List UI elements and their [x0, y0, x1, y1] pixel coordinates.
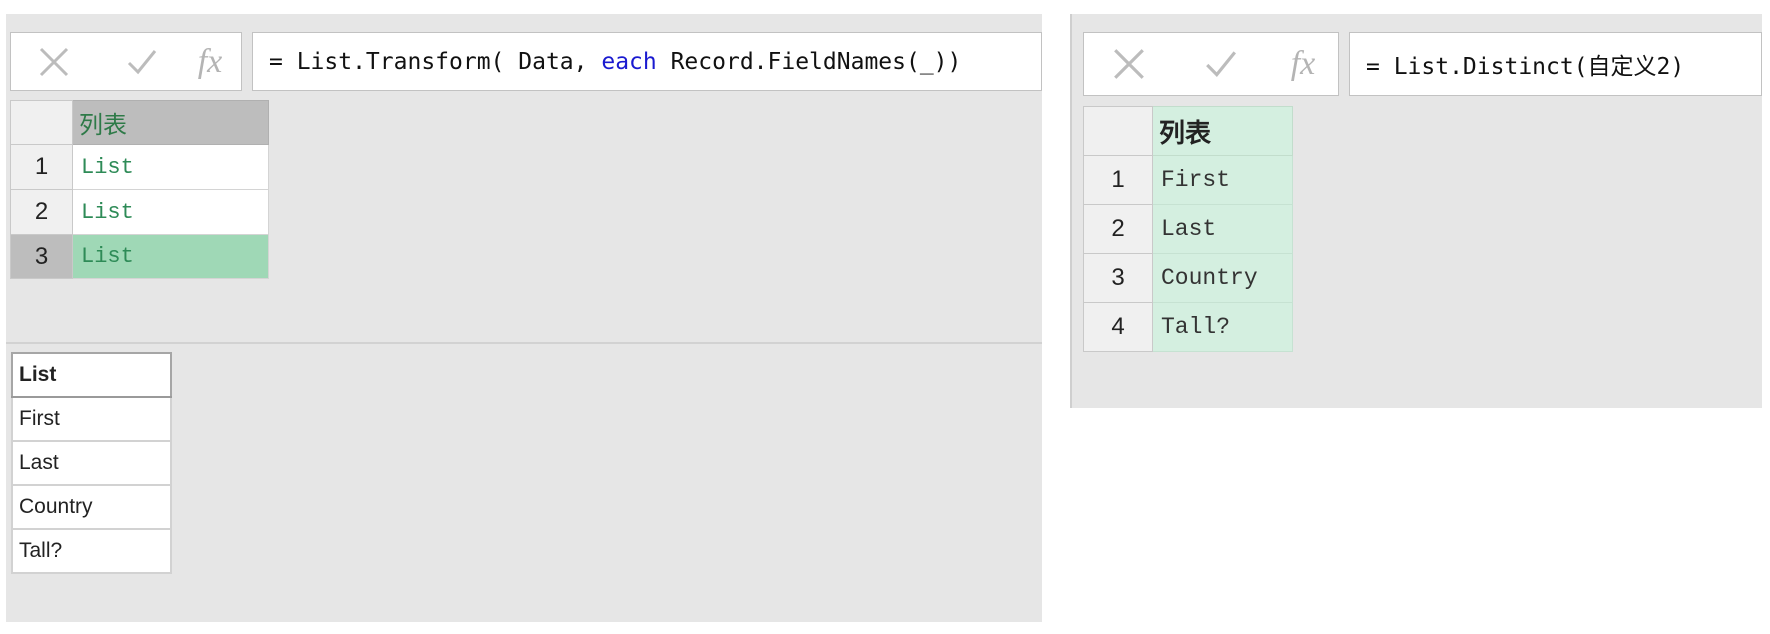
formula-suffix: Record.FieldNames(_)): [656, 48, 962, 75]
close-icon[interactable]: [31, 33, 77, 90]
row-number: 2: [10, 189, 73, 235]
table-row[interactable]: 1 First: [1083, 155, 1293, 205]
query-result-grid: 列表 1 List 2 List 3 List: [10, 100, 269, 279]
preview-item[interactable]: Country: [11, 484, 172, 530]
row-number: 2: [1083, 204, 1153, 254]
check-icon[interactable]: [119, 33, 165, 90]
preview-header: List: [11, 352, 172, 398]
list-preview-table: List First Last Country Tall?: [11, 352, 172, 574]
grid-corner: [10, 100, 73, 145]
value-cell[interactable]: First: [1152, 155, 1293, 205]
query-result-grid: 列表 1 First 2 Last 3 Country 4 Tall?: [1083, 106, 1293, 352]
fx-icon[interactable]: fx: [1280, 33, 1326, 95]
preview-divider[interactable]: [6, 342, 1042, 344]
table-row[interactable]: 3 Country: [1083, 253, 1293, 303]
list-cell[interactable]: List: [72, 144, 269, 190]
grid-corner: [1083, 106, 1153, 156]
preview-item[interactable]: Last: [11, 440, 172, 486]
close-icon[interactable]: [1106, 33, 1152, 95]
table-row[interactable]: 2 Last: [1083, 204, 1293, 254]
preview-item[interactable]: Tall?: [11, 528, 172, 574]
value-cell[interactable]: Country: [1152, 253, 1293, 303]
formula-toolbar: fx: [1083, 32, 1339, 96]
row-number: 4: [1083, 302, 1153, 352]
left-query-panel: fx = List.Transform( Data, each Record.F…: [6, 14, 1042, 622]
value-cell[interactable]: Last: [1152, 204, 1293, 254]
column-header[interactable]: 列表: [1152, 106, 1293, 156]
value-cell[interactable]: Tall?: [1152, 302, 1293, 352]
row-number: 1: [10, 144, 73, 190]
fx-icon[interactable]: fx: [187, 33, 233, 90]
table-row-selected[interactable]: 3 List: [10, 234, 269, 279]
row-number: 3: [10, 234, 73, 279]
table-row[interactable]: 4 Tall?: [1083, 302, 1293, 352]
right-query-panel: fx = List.Distinct(自定义2) 列表 1 First 2 La…: [1070, 14, 1762, 408]
formula-toolbar: fx: [10, 32, 242, 91]
formula-bar[interactable]: = List.Distinct(自定义2): [1349, 32, 1762, 96]
table-row[interactable]: 2 List: [10, 189, 269, 235]
preview-item[interactable]: First: [11, 396, 172, 442]
column-header[interactable]: 列表: [72, 100, 269, 145]
list-cell[interactable]: List: [72, 189, 269, 235]
check-icon[interactable]: [1198, 33, 1244, 95]
formula-bar[interactable]: = List.Transform( Data, each Record.Fiel…: [252, 32, 1042, 91]
formula-prefix: = List.Transform( Data,: [269, 48, 602, 75]
table-row[interactable]: 1 List: [10, 144, 269, 190]
formula-keyword: each: [601, 48, 657, 75]
list-cell[interactable]: List: [72, 234, 269, 279]
row-number: 1: [1083, 155, 1153, 205]
row-number: 3: [1083, 253, 1153, 303]
